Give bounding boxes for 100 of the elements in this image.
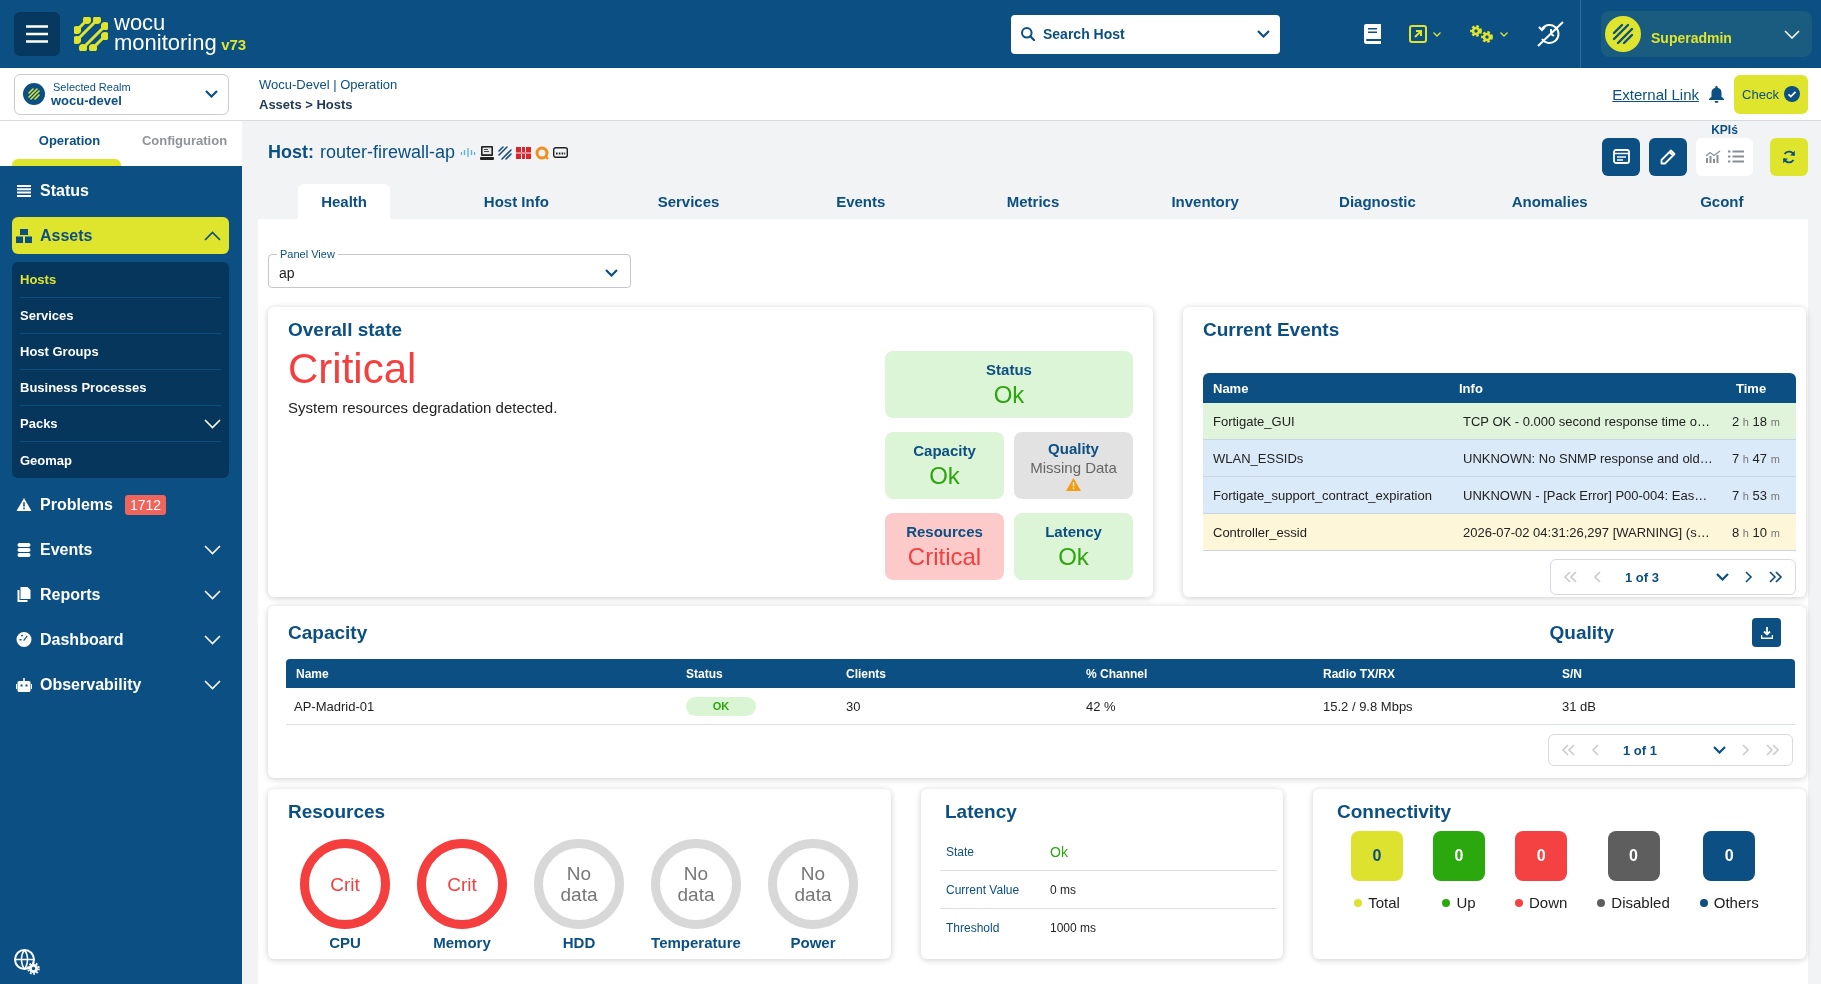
sidebar-item[interactable]: Assets bbox=[12, 217, 229, 254]
tab[interactable]: Host Info bbox=[460, 184, 572, 219]
card-title: Overall state bbox=[288, 319, 404, 341]
tile-value: Ok bbox=[1058, 542, 1089, 571]
book-icon[interactable] bbox=[1364, 24, 1381, 44]
gears-icon bbox=[1469, 24, 1494, 44]
chevron-down-icon bbox=[1784, 29, 1800, 39]
sidebar-item[interactable]: Observability bbox=[12, 666, 229, 703]
submenu-item[interactable]: Business Processes bbox=[20, 370, 221, 406]
tab[interactable]: Metrics bbox=[983, 184, 1083, 219]
panel-button[interactable] bbox=[1602, 137, 1640, 176]
tab[interactable]: Gconf bbox=[1677, 184, 1767, 219]
status-gauge: No data bbox=[768, 839, 858, 929]
tile-value: Ok bbox=[993, 380, 1025, 409]
external-link[interactable]: External Link bbox=[1612, 85, 1699, 103]
tab[interactable]: Health bbox=[298, 184, 391, 219]
tile-title: Capacity bbox=[913, 441, 976, 459]
warning-icon bbox=[16, 498, 32, 511]
table-row[interactable]: Fortigate_GUI TCP OK - 0.000 second response time o… 2 h 18 m bbox=[1203, 403, 1796, 440]
globe-settings-icon[interactable] bbox=[14, 949, 40, 975]
metric-value: Ok bbox=[1050, 843, 1068, 860]
page-label: 1 of 1 bbox=[1622, 742, 1658, 758]
external-link-menu-button[interactable] bbox=[1409, 25, 1441, 43]
table-cell-text: WLAN_ESSIDs bbox=[1212, 450, 1305, 466]
sidebar-item[interactable]: Problems 1712 bbox=[12, 486, 229, 523]
breadcrumb-path: Assets > Hosts bbox=[259, 96, 354, 112]
sidebar-item[interactable]: Events bbox=[12, 531, 229, 568]
check-circle-icon bbox=[1783, 86, 1800, 102]
tile-title: Latency bbox=[1045, 522, 1102, 540]
status-pill: OK bbox=[686, 696, 756, 716]
submenu-item[interactable]: Packs bbox=[20, 406, 221, 442]
table-row[interactable]: WLAN_ESSIDs UNKNOWN: No SNMP response and old… 7 h 47 m bbox=[1203, 440, 1796, 477]
sidebar-tab[interactable]: Operation bbox=[12, 121, 127, 166]
edit-button[interactable] bbox=[1649, 137, 1687, 176]
count-tile[interactable]: 0 bbox=[1351, 831, 1403, 881]
gauge-label: Memory bbox=[433, 934, 491, 951]
submenu-item[interactable]: Geomap bbox=[20, 442, 221, 478]
submenu-item[interactable]: Hosts bbox=[20, 262, 221, 298]
realm-select[interactable]: Selected Realm wocu-devel bbox=[14, 73, 229, 115]
table-cell-text: UNKNOWN: No SNMP response and old… bbox=[1462, 450, 1714, 466]
list-icon[interactable] bbox=[1728, 150, 1744, 163]
sidebar-item[interactable]: Reports bbox=[12, 576, 229, 613]
realm-icon bbox=[23, 83, 45, 105]
sidebar-item[interactable]: Dashboard bbox=[12, 621, 229, 658]
search-icon bbox=[1021, 27, 1035, 41]
tile-value: Critical bbox=[907, 542, 982, 571]
submenu-item[interactable]: Host Groups bbox=[20, 334, 221, 370]
status-gauge: No data bbox=[534, 839, 624, 929]
tab[interactable]: Anomalies bbox=[1488, 184, 1611, 219]
history-off-icon[interactable] bbox=[1536, 21, 1564, 47]
legend-label: Disabled bbox=[1611, 894, 1670, 911]
ring-icon bbox=[535, 145, 550, 160]
settings-menu-button[interactable] bbox=[1469, 24, 1508, 44]
card-title: Current Events bbox=[1203, 319, 1341, 341]
gauge-label: Power bbox=[790, 934, 836, 951]
legend-label: Others bbox=[1713, 894, 1759, 911]
count-tile[interactable]: 0 bbox=[1703, 831, 1756, 881]
warning-icon bbox=[1066, 478, 1081, 491]
column-header: S/N bbox=[1562, 666, 1583, 681]
gauge-label: CPU bbox=[329, 934, 361, 951]
realm-label: Selected Realm bbox=[52, 80, 132, 93]
submenu-item[interactable]: Services bbox=[20, 298, 221, 334]
menu-button[interactable] bbox=[14, 12, 60, 56]
logo-icon bbox=[74, 17, 108, 51]
download-button[interactable] bbox=[1752, 618, 1781, 647]
column-header: % Channel bbox=[1086, 666, 1149, 681]
chevron-right-icon[interactable] bbox=[1745, 571, 1753, 583]
check-button[interactable]: Check bbox=[1734, 74, 1808, 114]
tab[interactable]: Services bbox=[634, 184, 743, 219]
logo-text: wocu bbox=[114, 14, 166, 32]
column-header: Radio TX/RX bbox=[1323, 666, 1396, 681]
tab[interactable]: Diagnostic bbox=[1316, 184, 1439, 219]
tile-value: Ok bbox=[929, 461, 960, 490]
search-field[interactable]: Search Host bbox=[1011, 14, 1280, 54]
bar-chart-icon[interactable] bbox=[1705, 150, 1721, 163]
chevron-down-icon bbox=[205, 90, 218, 98]
column-header: Name bbox=[295, 666, 330, 681]
count-tile[interactable]: 0 bbox=[1515, 831, 1568, 881]
tile-title: Resources bbox=[906, 522, 983, 540]
table-row[interactable]: Controller_essid 2026-07-02 04:31:26,297 [WARNING] (s… 8 h 10 m bbox=[1203, 514, 1796, 551]
count-tile[interactable]: 0 bbox=[1607, 831, 1660, 881]
grid-icon bbox=[516, 146, 532, 159]
bell-icon[interactable] bbox=[1709, 85, 1724, 103]
tab[interactable]: Events bbox=[813, 184, 909, 219]
chevron-down-icon[interactable] bbox=[1713, 746, 1726, 754]
legend-label: Total bbox=[1368, 894, 1400, 911]
legend-label: Up bbox=[1456, 894, 1476, 911]
tile-title: Quality bbox=[1048, 440, 1099, 457]
refresh-button[interactable] bbox=[1770, 137, 1808, 176]
double-chevron-right-icon[interactable] bbox=[1769, 571, 1783, 583]
sidebar-item[interactable]: Status bbox=[12, 172, 229, 209]
chevron-up-icon[interactable] bbox=[204, 230, 221, 241]
chevron-down-icon[interactable] bbox=[1716, 573, 1729, 581]
chevron-down-icon bbox=[1433, 31, 1441, 37]
table-row[interactable]: Fortigate_support_contract_expiration UNKNOWN - [Pack Error] P00-004: Eas… 7 h 53 m bbox=[1203, 477, 1796, 514]
tab[interactable]: Inventory bbox=[1148, 184, 1262, 219]
version-label: v73 bbox=[221, 36, 247, 53]
gauge-label: HDD bbox=[562, 934, 596, 951]
user-menu-button[interactable]: Superadmin bbox=[1601, 11, 1812, 57]
avatar-icon bbox=[1605, 16, 1641, 52]
